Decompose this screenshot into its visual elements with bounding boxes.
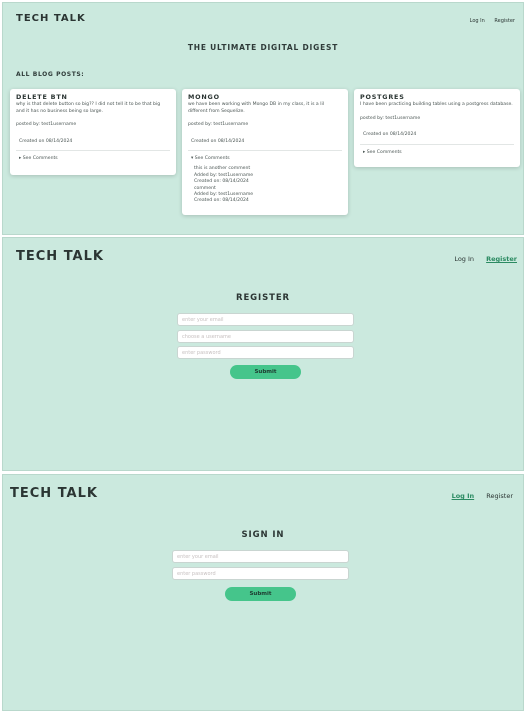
post-author: posted by: test1username [188, 122, 249, 128]
nav-register-link[interactable]: Register [486, 255, 517, 263]
comment-date: Created on: 08/14/2024 [194, 198, 249, 204]
divider [188, 150, 342, 152]
post-title[interactable]: Postgres [360, 94, 514, 101]
top-nav: Log In Register [454, 255, 517, 263]
login-page: Tech Talk Log In Register Sign In Submit [2, 474, 524, 711]
post-body: why is that delete button so big?? I did… [16, 102, 161, 114]
brand-logo[interactable]: Tech Talk [10, 486, 98, 501]
post-card[interactable]: Mongo we have been working with Mongo DB… [182, 89, 348, 215]
nav-login-link[interactable]: Log In [454, 255, 474, 263]
post-date: Created on 08/14/2024 [191, 138, 245, 144]
post-author: posted by: test1username [360, 115, 421, 121]
post-author: posted by: test1username [16, 122, 77, 128]
post-date: Created on 08/14/2024 [363, 132, 417, 138]
nav-login-link[interactable]: Log In [452, 492, 475, 500]
post-body: we have been working with Mongo DB in my… [188, 102, 325, 114]
post-body: I have been practicing building tables u… [360, 102, 513, 108]
nav-register-link[interactable]: Register [486, 492, 513, 500]
post-card[interactable]: Delete BTN why is that delete button so … [10, 89, 176, 175]
posts-heading: All Blog Posts: [16, 71, 85, 78]
page-title: The Ultimate Digital Digest [187, 43, 339, 52]
email-input[interactable] [177, 313, 354, 326]
post-title[interactable]: Mongo [188, 94, 342, 101]
post-date: Created on 08/14/2024 [19, 138, 73, 144]
brand-logo[interactable]: Tech Talk [16, 13, 86, 24]
nav-register-link[interactable]: Register [494, 18, 515, 24]
top-nav: Log In Register [452, 492, 513, 500]
home-page: Tech Talk Log In Register The Ultimate D… [2, 2, 524, 235]
submit-button[interactable]: Submit [230, 365, 301, 379]
register-title: Register [236, 293, 290, 303]
signin-title: Sign In [241, 530, 285, 540]
top-nav: Log In Register [470, 18, 515, 24]
see-comments-toggle[interactable]: ▸ See Comments [19, 156, 170, 162]
post-card[interactable]: Postgres I have been practicing building… [354, 89, 520, 167]
brand-logo[interactable]: Tech Talk [16, 249, 104, 264]
username-input[interactable] [177, 330, 354, 343]
divider [16, 150, 170, 152]
submit-button[interactable]: Submit [225, 587, 296, 601]
password-input[interactable] [172, 567, 349, 580]
see-comments-toggle[interactable]: ▸ See Comments [363, 150, 514, 156]
divider [360, 143, 514, 145]
see-comments-toggle[interactable]: ▾ See Comments [191, 156, 342, 162]
password-input[interactable] [177, 346, 354, 359]
email-input[interactable] [172, 550, 349, 563]
post-title[interactable]: Delete BTN [16, 94, 170, 101]
register-page: Tech Talk Log In Register Register Submi… [2, 237, 524, 471]
nav-login-link[interactable]: Log In [470, 18, 485, 24]
comments-list: this is another comment Added by: test1u… [194, 166, 342, 204]
